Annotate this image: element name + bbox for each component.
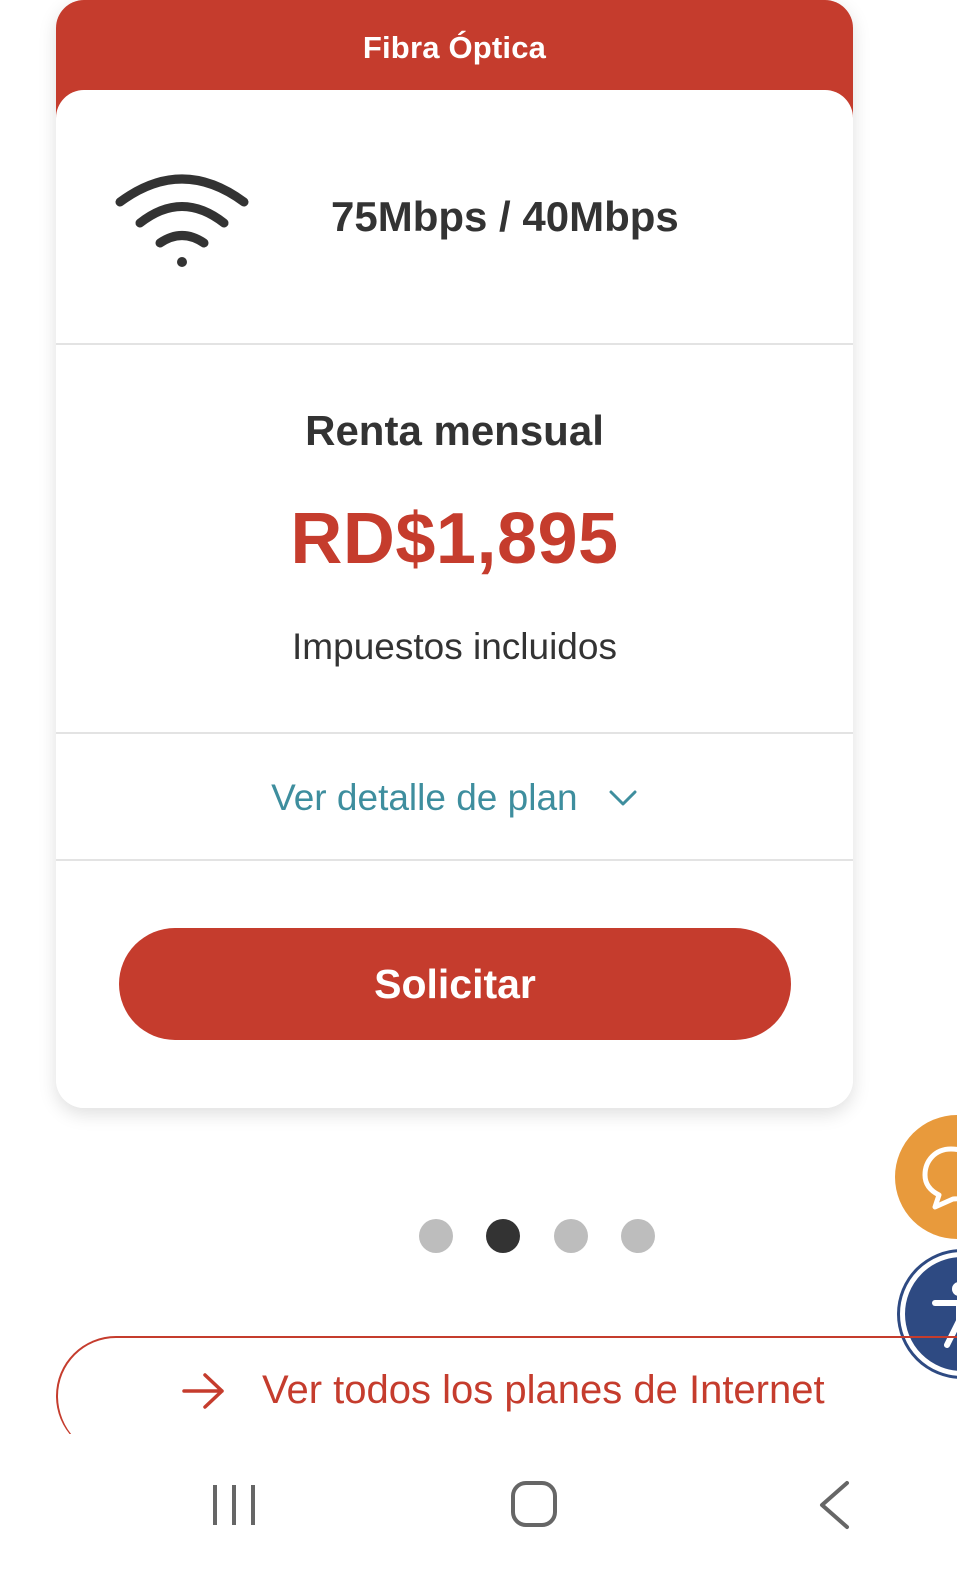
price-value: RD$1,895 [290,499,619,579]
chevron-down-icon [609,790,637,806]
plan-title: Fibra Óptica [362,30,547,65]
plan-detail-label: Ver detalle de plan [271,777,578,819]
home-icon[interactable] [510,1480,558,1528]
back-icon[interactable] [817,1480,851,1530]
speed-row: 75Mbps / 40Mbps [56,90,853,343]
carousel-dot-3[interactable] [554,1219,588,1253]
wifi-icon [115,174,249,267]
plan-detail-link[interactable]: Ver detalle de plan [56,775,853,819]
arrow-right-icon [182,1373,224,1409]
chat-button[interactable] [895,1115,957,1239]
chat-bubble-icon [922,1146,957,1210]
divider [56,732,853,734]
carousel-dot-4[interactable] [621,1219,655,1253]
tax-note: Impuestos incluidos [292,626,617,667]
carousel-dot-2[interactable] [486,1219,520,1253]
recents-icon[interactable] [211,1483,257,1527]
request-button[interactable]: Solicitar [119,928,791,1040]
all-plans-label[interactable]: Ver todos los planes de Internet [262,1368,825,1413]
system-nav-bar [0,1458,957,1577]
price-label: Renta mensual [305,407,604,454]
carousel-dot-1[interactable] [419,1219,453,1253]
divider [56,343,853,345]
divider [56,859,853,861]
speed-value: 75Mbps / 40Mbps [331,193,679,240]
plan-card: Fibra Óptica 75Mbps / 40Mbps Renta mensu… [56,0,853,1108]
plan-card-body: 75Mbps / 40Mbps Renta mensual RD$1,895 I… [56,90,853,1108]
screen: Fibra Óptica 75Mbps / 40Mbps Renta mensu… [0,0,957,1577]
